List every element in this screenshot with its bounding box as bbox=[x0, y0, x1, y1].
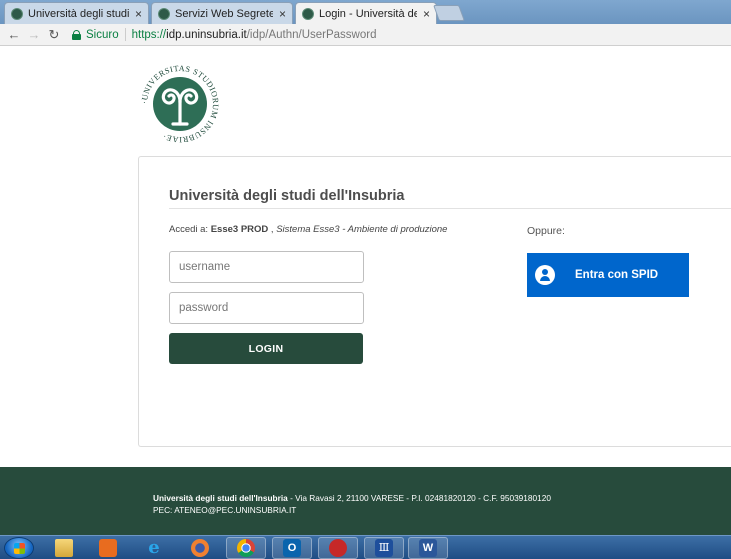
taskbar-red-app[interactable] bbox=[318, 537, 358, 559]
login-card: Università degli studi dell'Insubria Acc… bbox=[138, 156, 731, 447]
new-tab-button[interactable] bbox=[433, 5, 465, 21]
site-favicon-icon bbox=[158, 7, 170, 20]
taskbar-word[interactable]: W bbox=[408, 537, 448, 559]
word-icon: W bbox=[419, 539, 437, 557]
access-prefix: Accedi a: bbox=[169, 224, 209, 235]
tab-login[interactable]: Login - Università degli studi dell'Insu… bbox=[295, 2, 437, 24]
footer-pec: PEC: ATENEO@PEC.UNINSUBRIA.IT bbox=[153, 505, 297, 515]
password-input[interactable] bbox=[169, 292, 364, 324]
username-input[interactable] bbox=[169, 251, 364, 283]
forward-arrow-icon[interactable]: → bbox=[24, 27, 44, 42]
lock-icon bbox=[72, 29, 81, 40]
service-name: Esse3 PROD bbox=[210, 224, 269, 235]
service-separator: , bbox=[270, 224, 274, 235]
red-app-icon bbox=[329, 539, 347, 557]
tab-close-icon[interactable]: × bbox=[279, 7, 286, 21]
taskbar-explorer[interactable] bbox=[44, 537, 84, 559]
taskbar-outlook[interactable]: O bbox=[272, 537, 312, 559]
tab-label: Università degli studi dell'Insubria bbox=[28, 7, 129, 20]
taskbar-chrome[interactable] bbox=[226, 537, 266, 559]
footer-address: - Via Ravasi 2, 21100 VARESE - P.I. 0248… bbox=[287, 493, 551, 503]
taskbar-firefox[interactable] bbox=[180, 537, 220, 559]
taskbar-bank-app[interactable]: Ⅲ bbox=[364, 537, 404, 559]
spid-login-button[interactable]: Entra con SPID bbox=[527, 253, 689, 297]
site-favicon-icon bbox=[302, 7, 314, 20]
access-description: Accedi a: Esse3 PROD , Sistema Esse3 - A… bbox=[169, 224, 447, 235]
tab-label: Login - Università degli studi dell'Insu… bbox=[319, 7, 417, 20]
card-divider bbox=[169, 208, 731, 209]
windows-taskbar: e O Ⅲ W bbox=[0, 535, 731, 559]
login-button[interactable]: LOGIN bbox=[169, 333, 363, 364]
browser-tab-strip: Università degli studi dell'Insubria × S… bbox=[0, 0, 731, 24]
card-title: Università degli studi dell'Insubria bbox=[169, 188, 405, 204]
site-favicon-icon bbox=[11, 7, 23, 20]
url-path: /idp/Authn/UserPassword bbox=[246, 28, 377, 41]
tab-close-icon[interactable]: × bbox=[423, 7, 430, 21]
spid-label: Entra con SPID bbox=[575, 269, 659, 281]
tab-universita[interactable]: Università degli studi dell'Insubria × bbox=[4, 2, 149, 24]
url-scheme: https:// bbox=[131, 28, 167, 41]
bank-app-icon: Ⅲ bbox=[375, 539, 393, 557]
reload-icon[interactable]: ↻ bbox=[44, 27, 64, 43]
page-footer: Università degli studi dell'Insubria - V… bbox=[0, 467, 731, 535]
chrome-icon bbox=[237, 539, 255, 557]
firefox-icon bbox=[191, 539, 209, 557]
browser-toolbar: ← → ↻ Sicuro https:// idp.uninsubria.it … bbox=[0, 24, 731, 46]
footer-address-line: Università degli studi dell'Insubria - V… bbox=[153, 493, 551, 503]
windows-logo-icon bbox=[14, 543, 25, 554]
back-arrow-icon[interactable]: ← bbox=[4, 27, 24, 42]
media-player-icon bbox=[99, 539, 117, 557]
url-divider bbox=[124, 28, 126, 41]
oppure-label: Oppure: bbox=[527, 225, 565, 237]
taskbar-media-player[interactable] bbox=[88, 537, 128, 559]
secure-label: Sicuro bbox=[86, 28, 119, 41]
tab-close-icon[interactable]: × bbox=[135, 7, 142, 21]
start-button[interactable] bbox=[4, 537, 34, 559]
outlook-icon: O bbox=[283, 539, 301, 557]
internet-explorer-icon: e bbox=[148, 537, 160, 558]
folder-icon bbox=[55, 539, 73, 557]
user-icon bbox=[535, 265, 555, 285]
address-bar[interactable]: Sicuro https:// idp.uninsubria.it /idp/A… bbox=[72, 26, 731, 44]
tab-servizi-web[interactable]: Servizi Web Segreterie Studenti × bbox=[151, 2, 293, 24]
service-description: Sistema Esse3 - Ambiente di produzione bbox=[276, 224, 448, 235]
footer-org-name: Università degli studi dell'Insubria bbox=[153, 493, 288, 503]
university-logo: ·UNIVERSITAS STUDIORUM INSUBRIAE· bbox=[140, 64, 220, 144]
tab-label: Servizi Web Segreterie Studenti bbox=[175, 7, 273, 20]
url-host: idp.uninsubria.it bbox=[166, 28, 247, 41]
taskbar-internet-explorer[interactable]: e bbox=[134, 537, 174, 559]
